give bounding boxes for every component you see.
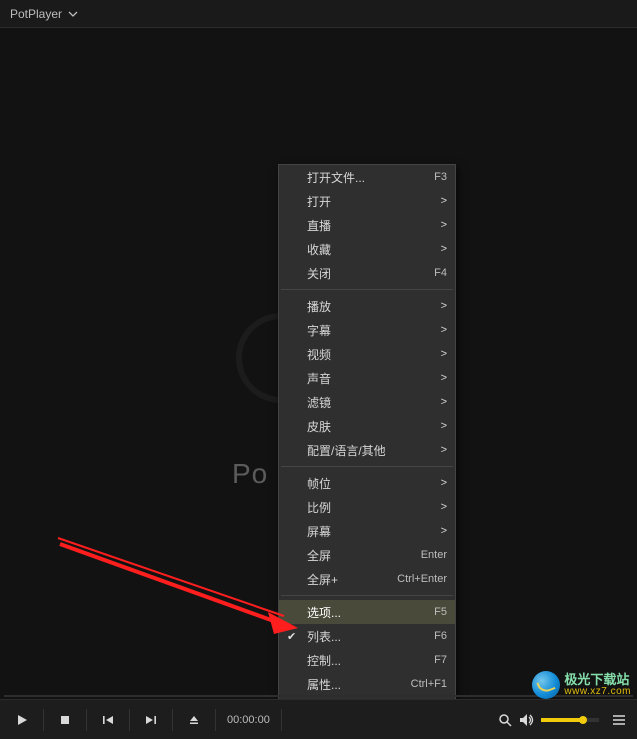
volume-icon[interactable] xyxy=(519,713,535,727)
submenu-indicator-icon: > xyxy=(437,444,447,456)
menu-item[interactable]: 全屏Enter xyxy=(279,543,455,567)
context-menu: 打开文件...F3打开>直播>收藏>关闭F4播放>字幕>视频>声音>滤镜>皮肤>… xyxy=(278,164,456,721)
timecode: 00:00:00 xyxy=(219,714,278,726)
menu-item-label: 收藏 xyxy=(307,241,437,258)
menu-separator xyxy=(281,289,453,290)
menu-item-accel: F6 xyxy=(434,630,447,642)
menu-item[interactable]: 全屏+Ctrl+Enter xyxy=(279,567,455,591)
divider xyxy=(281,709,282,731)
menu-item[interactable]: 视频> xyxy=(279,342,455,366)
menu-item[interactable]: 属性...Ctrl+F1 xyxy=(279,672,455,696)
playlist-button[interactable] xyxy=(605,702,633,738)
menu-item-accel: Enter xyxy=(421,549,447,561)
submenu-indicator-icon: > xyxy=(437,219,447,231)
eject-button[interactable] xyxy=(176,702,212,738)
divider xyxy=(215,709,216,731)
search-button[interactable] xyxy=(491,702,519,738)
menu-item[interactable]: 字幕> xyxy=(279,318,455,342)
menu-item-label: 控制... xyxy=(307,652,434,669)
menu-item[interactable]: 比例> xyxy=(279,495,455,519)
volume-control xyxy=(519,713,605,727)
watermark: 极光下载站 www.xz7.com xyxy=(532,671,631,699)
app-window: PotPlayer Po 打开文件...F3打开>直播>收藏>关闭F4播放>字幕… xyxy=(0,0,637,739)
menu-item[interactable]: 播放> xyxy=(279,294,455,318)
divider xyxy=(129,709,130,731)
menu-separator xyxy=(281,466,453,467)
menu-item[interactable]: 打开> xyxy=(279,189,455,213)
submenu-indicator-icon: > xyxy=(437,195,447,207)
menu-item[interactable]: 配置/语言/其他> xyxy=(279,438,455,462)
menu-item-label: 视频 xyxy=(307,346,437,363)
submenu-indicator-icon: > xyxy=(437,525,447,537)
menu-item-accel: F4 xyxy=(434,267,447,279)
watermark-logo-icon xyxy=(532,671,560,699)
menu-item-label: 打开文件... xyxy=(307,169,434,186)
submenu-indicator-icon: > xyxy=(437,396,447,408)
menu-item[interactable]: 声音> xyxy=(279,366,455,390)
play-button[interactable] xyxy=(4,702,40,738)
app-title: PotPlayer xyxy=(10,7,62,21)
menu-item-label: 关闭 xyxy=(307,265,434,282)
menu-item-accel: F3 xyxy=(434,171,447,183)
submenu-indicator-icon: > xyxy=(437,420,447,432)
submenu-indicator-icon: > xyxy=(437,372,447,384)
divider xyxy=(43,709,44,731)
menu-item[interactable]: 帧位> xyxy=(279,471,455,495)
menu-item-label: 比例 xyxy=(307,499,437,516)
volume-slider[interactable] xyxy=(541,718,599,722)
stop-button[interactable] xyxy=(47,702,83,738)
menu-item-accel: F5 xyxy=(434,606,447,618)
menu-item[interactable]: 屏幕> xyxy=(279,519,455,543)
menu-item-label: 帧位 xyxy=(307,475,437,492)
menu-item-accel: Ctrl+F1 xyxy=(411,678,447,690)
menu-item-label: 字幕 xyxy=(307,322,437,339)
title-bar[interactable]: PotPlayer xyxy=(0,0,637,28)
menu-item-accel: F7 xyxy=(434,654,447,666)
watermark-main: 极光下载站 xyxy=(564,673,631,687)
check-icon: ✔ xyxy=(287,630,296,643)
submenu-indicator-icon: > xyxy=(437,300,447,312)
menu-item[interactable]: 皮肤> xyxy=(279,414,455,438)
menu-item-label: 直播 xyxy=(307,217,437,234)
title-dropdown-icon[interactable] xyxy=(68,9,78,19)
menu-item[interactable]: 收藏> xyxy=(279,237,455,261)
submenu-indicator-icon: > xyxy=(437,348,447,360)
menu-item-accel: Ctrl+Enter xyxy=(397,573,447,585)
divider xyxy=(86,709,87,731)
menu-item[interactable]: 控制...F7 xyxy=(279,648,455,672)
menu-item-label: 播放 xyxy=(307,298,437,315)
watermark-text: 极光下载站 www.xz7.com xyxy=(564,673,631,697)
next-button[interactable] xyxy=(133,702,169,738)
volume-thumb[interactable] xyxy=(579,716,587,724)
watermark-sub: www.xz7.com xyxy=(564,687,631,698)
prev-button[interactable] xyxy=(90,702,126,738)
menu-item[interactable]: ✔ 列表...F6 xyxy=(279,624,455,648)
submenu-indicator-icon: > xyxy=(437,477,447,489)
menu-separator xyxy=(281,595,453,596)
menu-item[interactable]: 直播> xyxy=(279,213,455,237)
volume-fill xyxy=(541,718,583,722)
menu-item[interactable]: 滤镜> xyxy=(279,390,455,414)
menu-item-label: 屏幕 xyxy=(307,523,437,540)
menu-item-label: 全屏+ xyxy=(307,571,397,588)
divider xyxy=(172,709,173,731)
menu-item-label: 皮肤 xyxy=(307,418,437,435)
submenu-indicator-icon: > xyxy=(437,324,447,336)
menu-item[interactable]: 打开文件...F3 xyxy=(279,165,455,189)
menu-item-label: 选项... xyxy=(307,604,434,621)
submenu-indicator-icon: > xyxy=(437,501,447,513)
menu-item-label: 属性... xyxy=(307,676,411,693)
submenu-indicator-icon: > xyxy=(437,243,447,255)
menu-item[interactable]: 选项...F5 xyxy=(279,600,455,624)
control-bar: 00:00:00 xyxy=(0,699,637,739)
menu-item-label: 声音 xyxy=(307,370,437,387)
menu-item[interactable]: 关闭F4 xyxy=(279,261,455,285)
menu-item-label: 配置/语言/其他 xyxy=(307,442,437,459)
menu-item-label: 打开 xyxy=(307,193,437,210)
menu-item-label: 滤镜 xyxy=(307,394,437,411)
logo-text: Po xyxy=(232,458,268,490)
menu-item-label: 全屏 xyxy=(307,547,421,564)
menu-item-label: 列表... xyxy=(307,628,434,645)
